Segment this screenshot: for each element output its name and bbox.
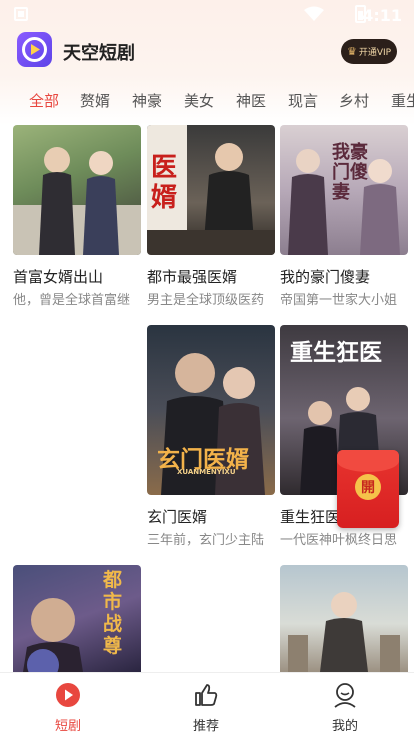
thumbs-up-icon xyxy=(195,684,218,706)
user-icon xyxy=(334,683,356,708)
app-title: 天空短剧 xyxy=(63,43,135,64)
red-packet-coin: 開 xyxy=(355,474,381,500)
tab-son-in-law[interactable]: 赘婿 xyxy=(80,90,110,111)
tab-all[interactable]: 全部 xyxy=(29,90,59,111)
vip-label: 开通VIP xyxy=(358,48,392,58)
wifi-icon xyxy=(304,6,324,21)
category-tabs: 全部 赘婿 神豪 美女 神医 现言 乡村 重生 xyxy=(0,86,414,116)
nav-label: 我的 xyxy=(331,719,358,734)
tab-romance[interactable]: 现言 xyxy=(288,90,318,111)
notification-icon xyxy=(14,7,28,21)
vip-button[interactable]: ♛ 开通VIP xyxy=(341,39,397,64)
status-time: 4:11 xyxy=(362,6,402,25)
nav-recommend[interactable]: 推荐 xyxy=(166,681,246,734)
poster-subtitle: XUANMENYIXU xyxy=(177,468,236,476)
tab-village[interactable]: 乡村 xyxy=(339,90,369,111)
drama-poster[interactable]: 医婿 xyxy=(147,125,275,255)
poster-title: 我豪门傻妻 xyxy=(332,142,368,203)
drama-poster[interactable] xyxy=(13,125,141,255)
drama-poster[interactable]: 我豪门傻妻 xyxy=(280,125,408,255)
drama-title[interactable]: 玄门医婿 xyxy=(147,506,277,527)
status-bar: 4:11 xyxy=(0,0,414,30)
drama-poster[interactable]: 都市战尊 xyxy=(13,565,141,672)
drama-desc: 三年前，玄门少主陆 xyxy=(147,533,265,548)
drama-desc: 帝国第一世家大小姐 xyxy=(280,293,398,308)
poster-title: 重生狂医 xyxy=(290,339,382,366)
nav-label: 短剧 xyxy=(54,719,81,734)
drama-poster[interactable]: 玄门医婿 XUANMENYIXU xyxy=(147,325,275,495)
tab-beauty[interactable]: 美女 xyxy=(184,90,214,111)
drama-title[interactable]: 都市最强医婿 xyxy=(147,266,277,287)
red-packet-flap xyxy=(337,450,399,472)
app-logo xyxy=(17,32,52,67)
drama-title[interactable]: 首富女婿出山 xyxy=(13,266,143,287)
tab-rebirth[interactable]: 重生 xyxy=(391,90,414,111)
tab-doctor[interactable]: 神医 xyxy=(236,90,266,111)
poster-title: 都市战尊 xyxy=(103,569,123,657)
drama-poster[interactable] xyxy=(280,565,408,672)
nav-shorts[interactable]: 短剧 xyxy=(28,681,108,734)
crown-icon: ♛ xyxy=(346,45,357,58)
app-header: 天空短剧 ♛ 开通VIP xyxy=(0,30,414,74)
drama-title[interactable]: 我的豪门傻妻 xyxy=(280,266,410,287)
bottom-nav: 短剧 推荐 我的 xyxy=(0,672,414,737)
drama-desc: 他，曾是全球首富继 xyxy=(13,293,131,308)
tab-tycoon[interactable]: 神豪 xyxy=(132,90,162,111)
drama-desc: 男主是全球顶级医药 xyxy=(147,293,265,308)
play-circle-icon xyxy=(56,683,80,707)
poster-title: 医婿 xyxy=(151,153,178,213)
nav-label: 推荐 xyxy=(192,719,219,734)
red-packet-button[interactable]: 開 xyxy=(337,450,399,528)
drama-desc: 一代医神叶枫终日思 xyxy=(280,533,398,548)
nav-me[interactable]: 我的 xyxy=(305,681,385,734)
